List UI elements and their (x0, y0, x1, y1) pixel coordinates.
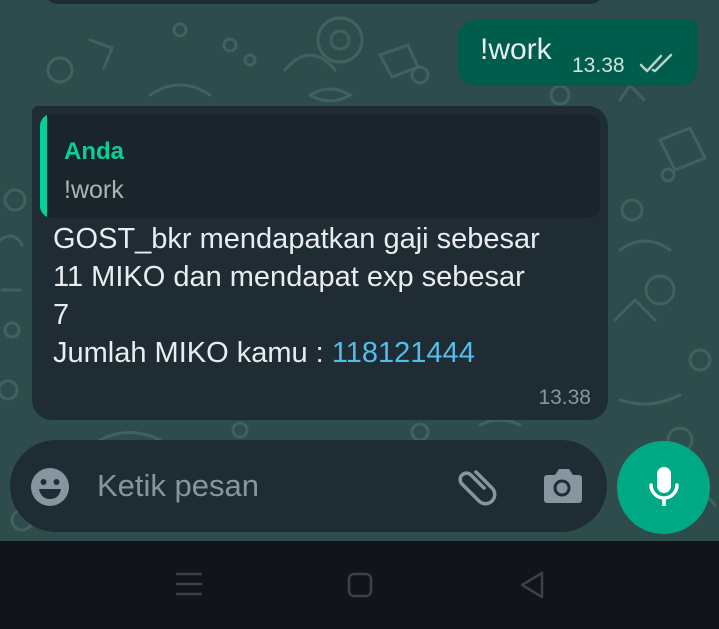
outgoing-message-text: !work (480, 33, 552, 66)
chat-area[interactable]: !work 13.38 Anda !work GOST_bkr mendapat… (0, 0, 719, 541)
paperclip-icon[interactable] (454, 464, 500, 510)
back-icon[interactable] (519, 571, 545, 599)
microphone-icon (649, 467, 679, 506)
outgoing-message-time: 13.38 (572, 54, 625, 77)
message-line: 7 (53, 299, 70, 331)
incoming-message-time: 13.38 (538, 386, 591, 409)
outgoing-message-bubble[interactable]: !work 13.38 (458, 20, 698, 86)
message-line: 11 MIKO dan mendapat exp sebesar (53, 261, 525, 293)
message-line: GOST_bkr mendapatkan gaji sebesar (53, 223, 540, 255)
emoji-icon[interactable] (30, 467, 70, 507)
system-navigation-bar (0, 541, 719, 629)
balance-label: Jumlah MIKO kamu : (53, 337, 332, 369)
quoted-sender-name: Anda (64, 138, 124, 165)
menu-icon[interactable] (175, 571, 203, 597)
quote-accent-bar (40, 114, 47, 218)
balance-line: Jumlah MIKO kamu : 118121444 (53, 334, 598, 372)
message-input[interactable]: Ketik pesan (97, 468, 259, 504)
quoted-message-text: !work (64, 176, 124, 204)
message-composer[interactable]: Ketik pesan (10, 440, 607, 532)
message-body: GOST_bkr mendapatkan gaji sebesar 11 MIK… (53, 220, 598, 372)
double-check-icon (639, 53, 673, 73)
microphone-button[interactable] (617, 441, 710, 534)
incoming-message-bubble[interactable]: Anda !work GOST_bkr mendapatkan gaji seb… (32, 106, 608, 420)
camera-icon[interactable] (541, 467, 583, 505)
quoted-message[interactable]: Anda !work (40, 114, 600, 218)
previous-message-edge (44, 0, 604, 4)
balance-number-link[interactable]: 118121444 (332, 337, 475, 369)
home-icon[interactable] (347, 572, 373, 598)
